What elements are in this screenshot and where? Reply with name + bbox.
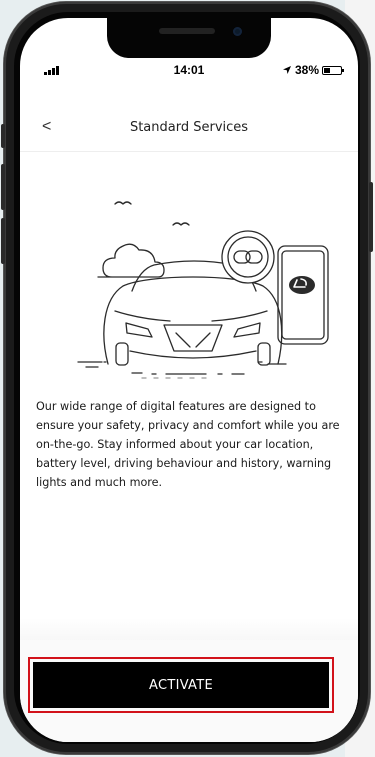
activate-highlight: ACTIVATE: [28, 657, 334, 713]
description-text: Our wide range of digital features are d…: [36, 400, 340, 489]
lexus-logo-icon: [289, 276, 315, 294]
smartphone-icon: [277, 245, 329, 345]
chain-link-icon: [221, 230, 275, 284]
notch: [107, 18, 271, 58]
speaker-grille: [159, 28, 215, 34]
camera-icon: [233, 27, 242, 36]
phone-frame: 14:01 38% < Standard Services Our wide r…: [1, 2, 373, 754]
location-arrow-icon: [282, 66, 291, 74]
mute-switch: [1, 124, 5, 148]
status-right: 38%: [282, 63, 344, 77]
battery-icon: [322, 65, 344, 75]
power-button: [369, 182, 373, 252]
cloud-icon: [97, 243, 165, 278]
page-title: Standard Services: [129, 120, 249, 135]
screen: 14:01 38% < Standard Services Our wide r…: [20, 18, 358, 742]
activate-button[interactable]: ACTIVATE: [33, 662, 329, 708]
battery-percent: 38%: [294, 63, 319, 77]
bird-icon: [172, 222, 190, 226]
status-bar: 14:01 38%: [20, 62, 358, 80]
bird-icon: [114, 201, 132, 205]
volume-up-button: [1, 164, 5, 210]
connected-car-illustration: [77, 201, 329, 379]
navigation-bar: < Standard Services: [20, 118, 358, 138]
volume-down-button: [1, 218, 5, 264]
header-divider: [20, 151, 358, 152]
road-lines: [77, 361, 287, 375]
